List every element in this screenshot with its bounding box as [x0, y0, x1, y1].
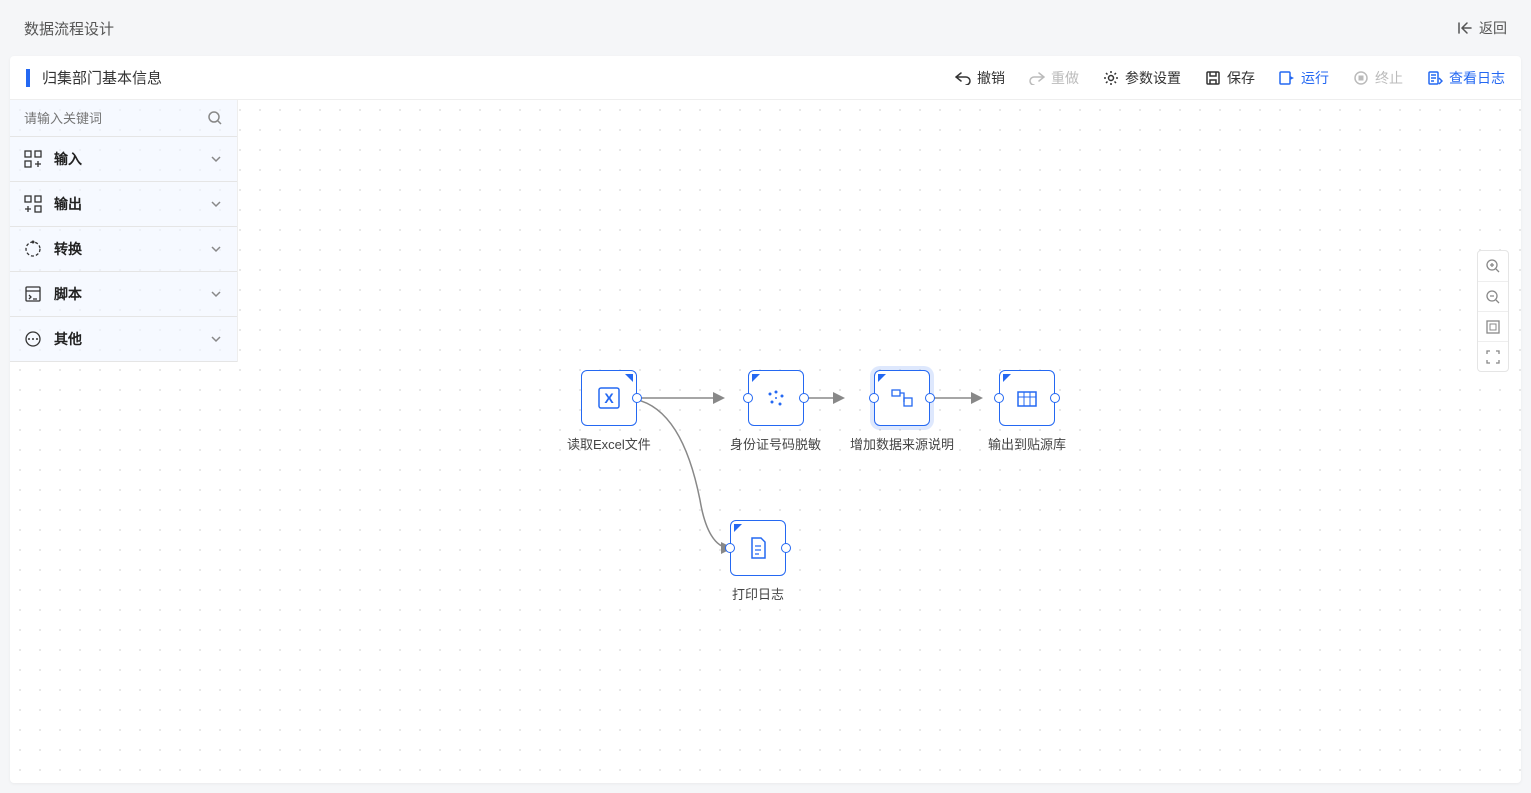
port-in[interactable]	[994, 393, 1004, 403]
fullscreen-button[interactable]	[1478, 341, 1508, 371]
search-icon[interactable]	[207, 110, 223, 126]
port-out[interactable]	[1050, 393, 1060, 403]
sidebar-item-label: 输出	[54, 194, 209, 214]
back-button[interactable]: 返回	[1457, 18, 1507, 38]
play-icon	[1279, 70, 1295, 86]
node-label: 增加数据来源说明	[850, 434, 954, 453]
flow-title: 归集部门基本信息	[42, 67, 955, 88]
transform-icon	[24, 240, 42, 258]
sidebar-item-input[interactable]: 输入	[10, 137, 237, 182]
port-in[interactable]	[869, 393, 879, 403]
stop-icon	[1353, 70, 1369, 86]
undo-icon	[955, 71, 971, 85]
db-out-icon	[1013, 384, 1041, 412]
chevron-down-icon	[209, 197, 223, 211]
title-marker	[26, 69, 30, 87]
undo-button[interactable]: 撤销	[955, 68, 1005, 88]
fit-button[interactable]	[1478, 311, 1508, 341]
output-icon	[24, 195, 42, 213]
gear-icon	[1103, 70, 1119, 86]
zoom-in-button[interactable]	[1478, 251, 1508, 281]
port-out[interactable]	[925, 393, 935, 403]
port-out[interactable]	[799, 393, 809, 403]
sidebar-item-script[interactable]: 脚本	[10, 272, 237, 317]
zoom-panel	[1477, 250, 1509, 372]
port-in[interactable]	[743, 393, 753, 403]
sidebar-item-label: 其他	[54, 329, 209, 349]
canvas[interactable]: 输入 输出 转换 脚本 其他	[10, 100, 1521, 783]
sidebar-item-label: 转换	[54, 239, 209, 259]
log-icon	[1427, 70, 1443, 86]
node-output-db[interactable]: 输出到贴源库	[988, 370, 1066, 453]
log-button[interactable]: 查看日志	[1427, 68, 1505, 88]
script-icon	[24, 285, 42, 303]
port-in[interactable]	[725, 543, 735, 553]
node-label: 输出到贴源库	[988, 434, 1066, 453]
back-label: 返回	[1479, 18, 1507, 38]
node-label: 读取Excel文件	[567, 434, 651, 453]
node-corner-icon	[752, 374, 760, 382]
sidebar: 输入 输出 转换 脚本 其他	[10, 100, 238, 362]
sidebar-item-label: 脚本	[54, 284, 209, 304]
sidebar-item-label: 输入	[54, 149, 209, 169]
page-title: 数据流程设计	[24, 18, 114, 39]
svg-text:X: X	[604, 390, 614, 406]
other-icon	[24, 330, 42, 348]
node-mask-id[interactable]: 身份证号码脱敏	[730, 370, 821, 453]
sidebar-item-transform[interactable]: 转换	[10, 227, 237, 272]
search-input[interactable]	[24, 111, 207, 126]
stop-button: 终止	[1353, 68, 1403, 88]
node-corner-icon	[734, 524, 742, 532]
input-icon	[24, 150, 42, 168]
node-add-source[interactable]: 增加数据来源说明	[850, 370, 954, 453]
node-corner-icon	[625, 374, 633, 382]
mask-icon	[762, 384, 790, 412]
redo-button: 重做	[1029, 68, 1079, 88]
node-corner-icon	[878, 374, 886, 382]
chevron-down-icon	[209, 287, 223, 301]
node-corner-icon	[1003, 374, 1011, 382]
chevron-down-icon	[209, 242, 223, 256]
chevron-down-icon	[209, 152, 223, 166]
port-out[interactable]	[632, 393, 642, 403]
back-icon	[1457, 20, 1473, 36]
zoom-out-button[interactable]	[1478, 281, 1508, 311]
port-out[interactable]	[781, 543, 791, 553]
node-label: 打印日志	[732, 584, 784, 603]
save-button[interactable]: 保存	[1205, 68, 1255, 88]
annotate-icon	[888, 384, 916, 412]
node-read-excel[interactable]: X 读取Excel文件	[567, 370, 651, 453]
log-file-icon	[744, 534, 772, 562]
params-button[interactable]: 参数设置	[1103, 68, 1181, 88]
excel-icon: X	[595, 384, 623, 412]
chevron-down-icon	[209, 332, 223, 346]
node-label: 身份证号码脱敏	[730, 434, 821, 453]
sidebar-item-other[interactable]: 其他	[10, 317, 237, 362]
node-print-log[interactable]: 打印日志	[730, 520, 786, 603]
sidebar-item-output[interactable]: 输出	[10, 182, 237, 227]
redo-icon	[1029, 71, 1045, 85]
save-icon	[1205, 70, 1221, 86]
run-button[interactable]: 运行	[1279, 68, 1329, 88]
